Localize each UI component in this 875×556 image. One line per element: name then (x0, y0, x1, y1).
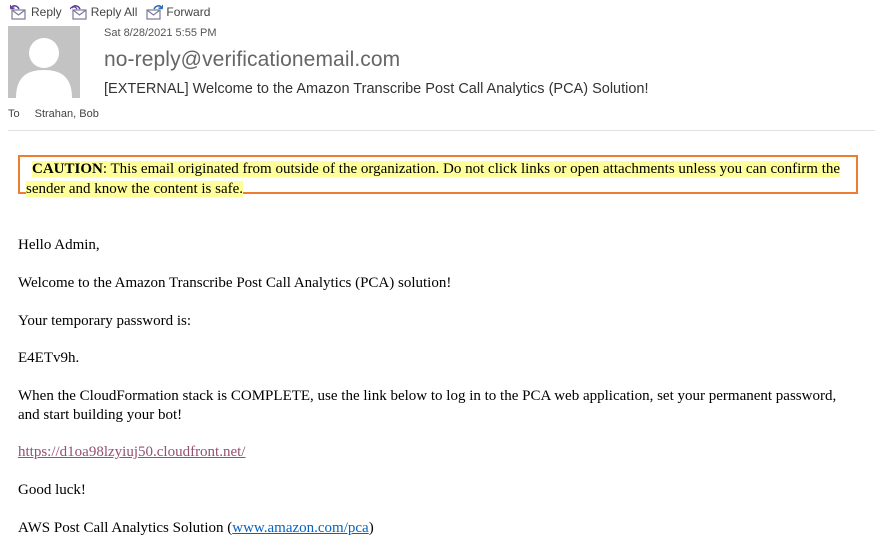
reply-all-icon (69, 5, 87, 20)
recipient-name[interactable]: Strahan, Bob (35, 108, 99, 120)
signature-suffix: ) (368, 520, 374, 536)
temp-password-label: Your temporary password is: (18, 313, 192, 329)
reply-all-button[interactable]: Reply All (69, 4, 138, 20)
recipients-line: To Strahan, Bob (8, 108, 99, 120)
header-divider (8, 130, 875, 131)
welcome-line: Welcome to the Amazon Transcribe Post Ca… (18, 275, 452, 291)
caution-text: : This email originated from outside of … (26, 161, 841, 197)
temp-password: E4ETv9h. (18, 350, 80, 366)
sender-address[interactable]: no-reply@verificationemail.com (104, 48, 400, 72)
message-toolbar: Reply Reply All Forward (10, 3, 218, 21)
person-icon (16, 38, 72, 98)
signature-prefix: AWS Post Call Analytics Solution ( (18, 520, 233, 536)
forward-label: Forward (166, 5, 211, 19)
reply-label: Reply (31, 5, 62, 19)
reply-button[interactable]: Reply (10, 4, 62, 20)
instructions: When the CloudFormation stack is COMPLET… (18, 388, 837, 423)
good-luck: Good luck! (18, 482, 86, 498)
app-link[interactable]: https://d1oa98lzyiuj50.cloudfront.net/ (18, 444, 245, 460)
caution-label: CAUTION (32, 161, 103, 177)
caution-message: CAUTION: This email originated from outs… (26, 161, 841, 197)
sender-avatar (8, 26, 80, 98)
email-subject: [EXTERNAL] Welcome to the Amazon Transcr… (104, 81, 649, 97)
signature-link[interactable]: www.amazon.com/pca (232, 520, 368, 536)
reply-icon (10, 4, 26, 20)
signature: AWS Post Call Analytics Solution (www.am… (18, 519, 848, 538)
sent-date: Sat 8/28/2021 5:55 PM (104, 27, 217, 39)
reply-all-label: Reply All (90, 5, 138, 19)
to-label: To (8, 108, 20, 120)
greeting: Hello Admin, (18, 237, 100, 253)
forward-button[interactable]: Forward (145, 4, 210, 20)
app-link-line: https://d1oa98lzyiuj50.cloudfront.net/ (18, 443, 848, 462)
caution-banner: CAUTION: This email originated from outs… (18, 155, 858, 197)
forward-icon (146, 4, 164, 20)
